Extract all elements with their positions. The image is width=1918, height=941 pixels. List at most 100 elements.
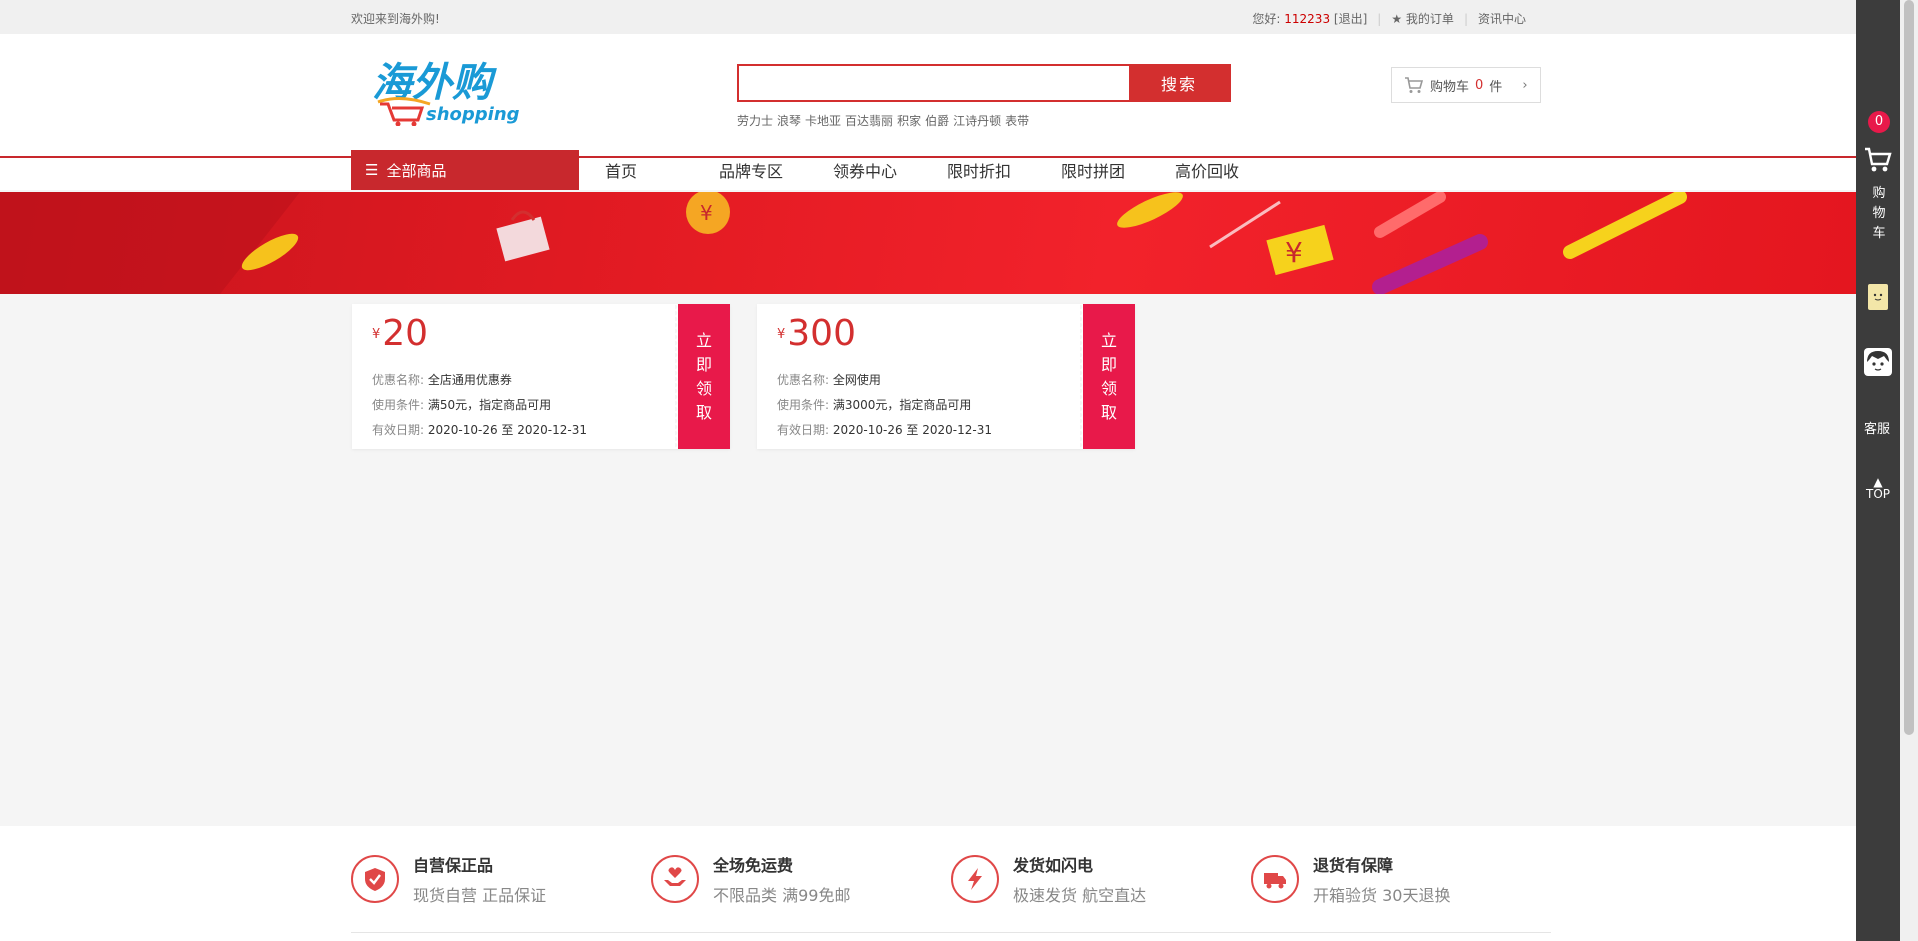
service-title: 全场免运费 bbox=[713, 856, 794, 875]
username-link[interactable]: 112233 bbox=[1284, 12, 1330, 26]
sidebar-cart-label: 购 物 车 bbox=[1872, 184, 1886, 244]
hot-keyword[interactable]: 伯爵 bbox=[925, 112, 949, 129]
hot-keyword[interactable]: 百达翡丽 bbox=[845, 112, 893, 129]
nav-item-group-buy[interactable]: 限时拼团 bbox=[1061, 158, 1149, 182]
search-button[interactable]: 搜索 bbox=[1129, 66, 1229, 100]
logout-link[interactable]: [退出] bbox=[1334, 12, 1367, 26]
claim-coupon-button[interactable]: 立 即 领 取 bbox=[1080, 304, 1135, 449]
welcome-text: 欢迎来到海外购! bbox=[351, 12, 440, 26]
coupon-name-row: 优惠名称: 全店通用优惠券 bbox=[372, 371, 658, 388]
cart-char: 车 bbox=[1872, 226, 1886, 241]
cart-label: 购物车 bbox=[1430, 79, 1470, 95]
coupon-body: ¥300 优惠名称: 全网使用 使用条件: 满3000元，指定商品可用 有效日期… bbox=[757, 304, 1083, 449]
claim-char: 立 bbox=[695, 330, 712, 350]
claim-char: 领 bbox=[1100, 378, 1117, 398]
top-bar: 欢迎来到海外购! 您好: 112233 [退出] | ★ 我的订单 | 资讯中心 bbox=[0, 0, 1856, 34]
coupon-name-row: 优惠名称: 全网使用 bbox=[777, 371, 1063, 388]
my-orders-link[interactable]: ★ 我的订单 bbox=[1391, 10, 1454, 27]
nav-item-brands[interactable]: 品牌专区 bbox=[719, 158, 807, 182]
coupon-condition-row: 使用条件: 满3000元，指定商品可用 bbox=[777, 396, 1063, 413]
customer-service-link[interactable]: 客服 bbox=[1864, 418, 1890, 437]
coupon-face-icon[interactable] bbox=[1868, 284, 1888, 310]
back-to-top-button[interactable]: ▲ TOP bbox=[1866, 476, 1890, 500]
coupon-name: 全网使用 bbox=[832, 373, 881, 387]
banner-decoration: ¥ ¥ bbox=[0, 192, 1687, 294]
cart-icon bbox=[1405, 77, 1424, 93]
claim-char: 领 bbox=[695, 378, 712, 398]
claim-char: 取 bbox=[695, 402, 712, 422]
service-title: 自营保正品 bbox=[413, 856, 494, 875]
hot-keyword[interactable]: 浪琴 bbox=[777, 112, 801, 129]
coupon-name-label: 优惠名称: bbox=[372, 373, 425, 387]
cart-icon bbox=[1865, 147, 1892, 172]
service-title: 发货如闪电 bbox=[1013, 856, 1094, 875]
claim-char: 立 bbox=[1100, 330, 1117, 350]
coupon-condition-label: 使用条件: bbox=[372, 398, 425, 412]
nav-item-recycle[interactable]: 高价回收 bbox=[1175, 158, 1263, 182]
hot-keyword[interactable]: 卡地亚 bbox=[805, 112, 841, 129]
my-orders-label: 我的订单 bbox=[1405, 12, 1454, 26]
hot-keyword[interactable]: 劳力士 bbox=[737, 112, 773, 129]
nav-item-home[interactable]: 首页 bbox=[605, 158, 693, 182]
coupon-value: 20 bbox=[382, 313, 429, 354]
coupon-condition-label: 使用条件: bbox=[777, 398, 830, 412]
lightning-icon bbox=[951, 855, 999, 903]
cart-char: 物 bbox=[1872, 206, 1886, 221]
cart-char: 购 bbox=[1872, 186, 1886, 201]
service-desc: 现货自营 正品保证 bbox=[413, 886, 547, 905]
header-cart-button[interactable]: 购物车 0 件 › bbox=[1391, 67, 1541, 103]
header: 海外购 shopping 搜索 劳力士 浪琴 卡地亚 百达翡丽 积家 伯爵 江诗… bbox=[0, 34, 1856, 190]
right-sidebar: 0 购 物 车 客服 ▲ TOP bbox=[1856, 0, 1900, 941]
coupon-condition-row: 使用条件: 满50元，指定商品可用 bbox=[372, 396, 658, 413]
nav-underline bbox=[0, 156, 1856, 158]
currency-symbol: ¥ bbox=[777, 327, 786, 342]
hot-keyword[interactable]: 积家 bbox=[897, 112, 921, 129]
claim-coupon-button[interactable]: 立 即 领 取 bbox=[675, 304, 730, 449]
service-desc: 不限品类 满99免邮 bbox=[713, 886, 851, 905]
service-item: 全场免运费 不限品类 满99免邮 bbox=[651, 852, 850, 906]
site-logo[interactable]: 海外购 shopping bbox=[370, 54, 630, 127]
coupon-date-row: 有效日期: 2020-10-26 至 2020-12-31 bbox=[372, 421, 658, 438]
coupon-name-label: 优惠名称: bbox=[777, 373, 830, 387]
menu-icon: ☰ bbox=[365, 161, 379, 179]
claim-char: 即 bbox=[1100, 354, 1117, 374]
star-icon: ★ bbox=[1391, 12, 1403, 26]
hot-keyword[interactable]: 江诗丹顿 bbox=[953, 112, 1001, 129]
hot-keywords: 劳力士 浪琴 卡地亚 百达翡丽 积家 伯爵 江诗丹顿 表带 bbox=[737, 112, 1029, 129]
truck-icon bbox=[1251, 855, 1299, 903]
coupon-card: ¥300 优惠名称: 全网使用 使用条件: 满3000元，指定商品可用 有效日期… bbox=[757, 304, 1135, 449]
service-desc: 极速发货 航空直达 bbox=[1013, 886, 1147, 905]
coupon-banner: ¥ ¥ bbox=[0, 192, 1856, 294]
coupon-date: 2020-10-26 至 2020-12-31 bbox=[832, 423, 992, 437]
cart-count: 0 bbox=[1475, 77, 1484, 93]
footer-divider bbox=[351, 932, 1551, 933]
coupon-card: ¥20 优惠名称: 全店通用优惠券 使用条件: 满50元，指定商品可用 有效日期… bbox=[352, 304, 730, 449]
scrollbar-thumb[interactable] bbox=[1904, 0, 1914, 735]
claim-char: 取 bbox=[1100, 402, 1117, 422]
avatar-icon[interactable] bbox=[1864, 348, 1892, 376]
hot-keyword[interactable]: 表带 bbox=[1005, 112, 1029, 129]
coupon-name: 全店通用优惠券 bbox=[427, 373, 512, 387]
divider: | bbox=[1377, 11, 1382, 26]
chevron-right-icon: › bbox=[1522, 77, 1528, 93]
nav-item-discount[interactable]: 限时折扣 bbox=[947, 158, 1035, 182]
yen-ticket-icon: ¥ bbox=[1285, 236, 1303, 269]
top-bar-links: 您好: 112233 [退出] | ★ 我的订单 | 资讯中心 bbox=[1252, 10, 1526, 27]
coupon-date-label: 有效日期: bbox=[372, 423, 425, 437]
sidebar-cart-count-badge: 0 bbox=[1868, 111, 1890, 133]
coupon-body: ¥20 优惠名称: 全店通用优惠券 使用条件: 满50元，指定商品可用 有效日期… bbox=[352, 304, 678, 449]
coupon-value: 300 bbox=[787, 313, 856, 354]
sidebar-cart-button[interactable]: 购 物 车 bbox=[1856, 140, 1900, 250]
greeting-text: 您好: bbox=[1252, 12, 1281, 26]
all-categories-label: 全部商品 bbox=[386, 161, 447, 180]
service-item: 退货有保障 开箱验货 30天退换 bbox=[1251, 852, 1450, 906]
coupon-condition: 满3000元，指定商品可用 bbox=[832, 398, 972, 412]
service-title: 退货有保障 bbox=[1313, 856, 1394, 875]
coupon-date-row: 有效日期: 2020-10-26 至 2020-12-31 bbox=[777, 421, 1063, 438]
news-center-link[interactable]: 资讯中心 bbox=[1478, 10, 1526, 27]
service-desc: 开箱验货 30天退换 bbox=[1313, 886, 1451, 905]
nav-item-coupons[interactable]: 领券中心 bbox=[833, 158, 921, 182]
service-guarantees: 自营保正品 现货自营 正品保证 全场免运费 不限品类 满99免邮 发货如闪电 极… bbox=[0, 826, 1856, 941]
search-input[interactable] bbox=[739, 66, 1129, 100]
divider: | bbox=[1463, 11, 1468, 26]
